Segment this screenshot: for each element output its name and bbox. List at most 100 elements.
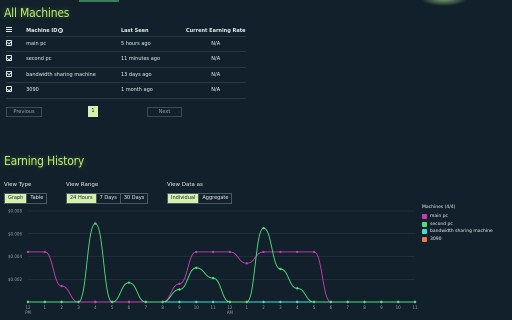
earning-history-chart: $0.002 $0.004 $0.006 $0.008 1 2 PM 1 2 3 4 5 6 7 8 9 10 1…	[8, 209, 418, 316]
previous-page-button[interactable]: Previous	[6, 107, 42, 117]
top-glow-decoration	[420, 0, 468, 6]
data-point	[312, 250, 316, 254]
data-point	[245, 262, 248, 265]
row-checkbox[interactable]	[6, 86, 12, 93]
menu-icon[interactable]	[6, 27, 12, 33]
x-tick-label: 5	[111, 305, 114, 310]
view-aggregate-button[interactable]: Aggregate	[199, 194, 231, 203]
data-point	[329, 300, 333, 304]
range-24-hours-button[interactable]: 24 Hours	[67, 194, 97, 203]
x-tick-label: 1	[245, 305, 248, 310]
table-row[interactable]: second pc 11 minutes ago N/A	[6, 52, 246, 67]
series-line-main-pc	[28, 251, 415, 303]
row-checkbox[interactable]	[6, 39, 12, 46]
chart-legend: Machines (4/4) main pc second pc bandwid…	[422, 205, 493, 243]
data-point	[262, 226, 265, 230]
x-tick-label: 8	[363, 305, 366, 310]
data-point	[262, 250, 265, 254]
series-line-second-pc	[27, 223, 415, 303]
x-tick-label: 9	[178, 305, 181, 310]
x-tick-label: 7	[346, 305, 349, 310]
view-range-label: View Range	[66, 182, 99, 188]
data-point	[262, 300, 265, 304]
data-point	[127, 300, 131, 304]
top-tab-indicator	[79, 0, 119, 2]
legend-swatch[interactable]	[422, 214, 427, 220]
earning-rate-header[interactable]: Current Earning Rate	[185, 26, 246, 36]
x-tick-label: 4	[94, 305, 97, 310]
x-tick-label: 1	[44, 305, 47, 310]
table-row[interactable]: bandwidth sharing machine 13 days ago N/…	[6, 67, 246, 83]
legend-swatch[interactable]	[422, 221, 427, 227]
x-tick-label: 2	[262, 305, 265, 310]
data-point	[413, 300, 417, 304]
data-point	[296, 300, 299, 304]
x-tick-label: 11	[412, 305, 418, 310]
page-number-button[interactable]: 1	[88, 106, 98, 117]
row-checkbox[interactable]	[6, 70, 12, 77]
data-point	[43, 300, 47, 304]
machine-id-header[interactable]: Machine ID	[26, 28, 57, 34]
x-tick-label: PM	[25, 310, 31, 315]
data-point	[178, 288, 181, 291]
data-point	[211, 276, 215, 280]
range-30-days-button[interactable]: 30 Days	[121, 194, 147, 203]
x-tick-label: 5	[313, 305, 316, 310]
next-page-button[interactable]: Next	[147, 107, 182, 117]
last-seen-cell: 11 minutes ago	[120, 56, 161, 63]
x-tick-label: 2	[60, 305, 63, 310]
data-point	[60, 300, 63, 304]
x-tick-label: 11	[211, 305, 217, 310]
last-seen-cell: 5 hours ago	[120, 40, 151, 47]
data-point	[312, 300, 316, 304]
table-row[interactable]: main pc 5 hours ago N/A	[6, 36, 246, 52]
view-individual-button[interactable]: Individual	[168, 194, 200, 203]
machines-table: Machine ID i Last Seen Current Earning Ra…	[6, 26, 246, 99]
machine-id-cell: second pc	[26, 56, 52, 63]
data-point	[228, 250, 232, 254]
last-seen-cell: 13 days ago	[120, 71, 152, 78]
legend-swatch[interactable]	[422, 229, 427, 235]
y-tick-label: $0.006	[8, 231, 22, 236]
earning-rate-cell: N/A	[211, 87, 221, 94]
data-point	[161, 300, 164, 304]
machine-id-cell: main pc	[26, 40, 47, 47]
legend-item-second-pc[interactable]: second pc	[422, 221, 493, 229]
data-point	[60, 284, 63, 288]
x-tick-label: 9	[380, 305, 383, 310]
data-point	[279, 300, 282, 304]
data-point	[43, 250, 47, 254]
view-data-label: View Data as	[167, 182, 203, 188]
data-point	[178, 282, 181, 285]
data-point	[26, 300, 30, 304]
info-icon[interactable]: i	[58, 27, 64, 33]
last-seen-cell: 1 month ago	[120, 87, 153, 94]
legend-label: bandwidth sharing machine	[430, 229, 493, 235]
table-row[interactable]: 3090 1 month ago N/A	[6, 83, 246, 98]
data-point	[178, 300, 181, 304]
legend-item-3090[interactable]: 3090	[422, 236, 493, 244]
legend-item-main-pc[interactable]: main pc	[422, 213, 493, 221]
data-point	[144, 300, 147, 304]
data-point	[380, 300, 383, 304]
last-seen-header[interactable]: Last Seen	[121, 26, 186, 36]
view-type-table-button[interactable]: Table	[27, 194, 46, 203]
data-point	[396, 300, 400, 304]
x-tick-label: 3	[279, 305, 282, 310]
range-7-days-button[interactable]: 7 Days	[97, 194, 121, 203]
data-point	[211, 250, 215, 254]
x-tick-label: 3	[77, 305, 80, 310]
legend-label: second pc	[430, 221, 453, 227]
row-checkbox[interactable]	[6, 55, 12, 62]
legend-item-bandwidth[interactable]: bandwidth sharing machine	[422, 228, 493, 236]
x-tick-label: 4	[296, 305, 299, 310]
earning-rate-cell: N/A	[211, 56, 221, 63]
data-point	[94, 300, 97, 304]
machines-title: All Machines	[4, 6, 70, 20]
view-type-graph-button[interactable]: Graph	[5, 194, 28, 203]
view-type-toggle: Graph Table	[4, 193, 48, 204]
data-point	[211, 300, 215, 304]
legend-swatch[interactable]	[422, 236, 427, 242]
data-point	[279, 267, 282, 271]
data-point	[195, 266, 198, 270]
